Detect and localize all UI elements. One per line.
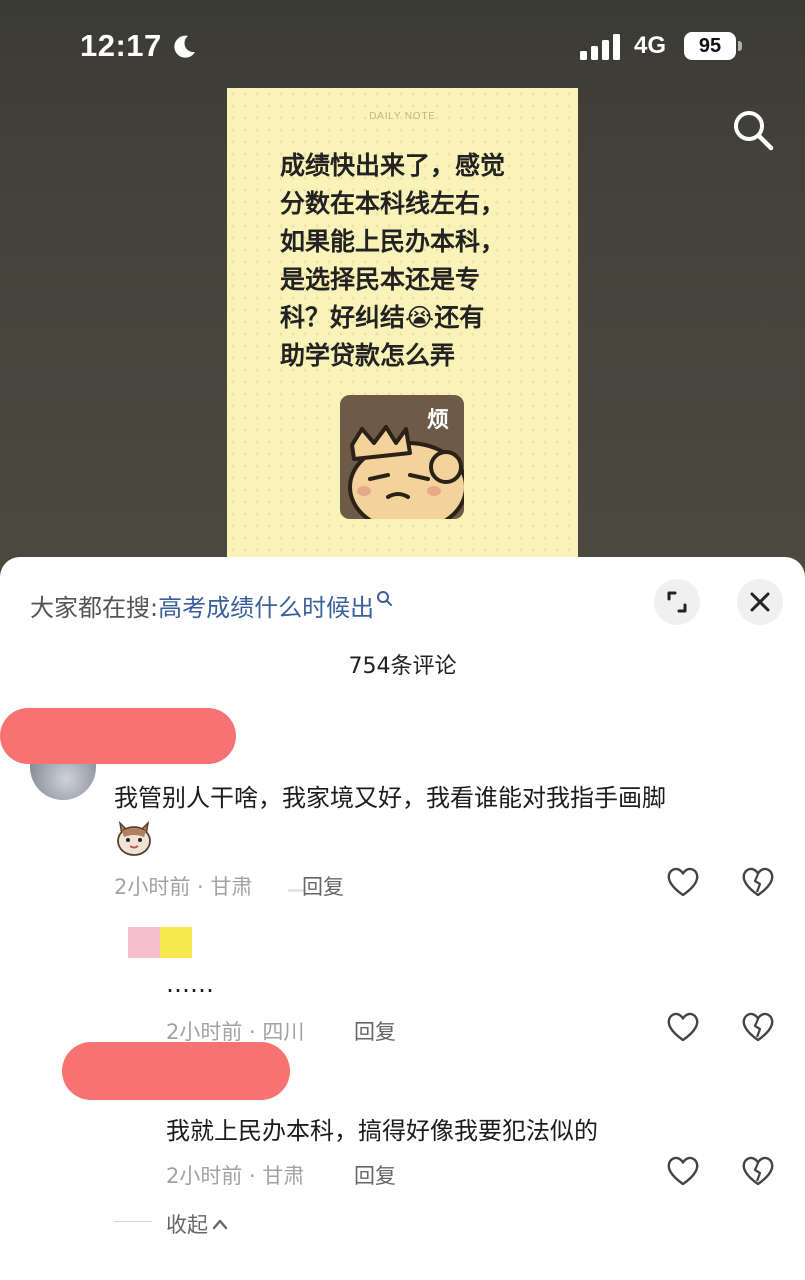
dislike-icon[interactable] [741,1155,775,1187]
reply-button[interactable]: 回复 [354,1160,396,1190]
note-line: 是选择民本还是专 [280,265,481,294]
comment-count: 754条评论 [348,654,457,679]
comment-meta: 2小时前 · 甘肃 [166,1164,305,1188]
note-line: 如果能上民办本科， [280,227,506,256]
heart-icon[interactable] [666,866,700,898]
comment-text: …… [166,970,214,998]
note-line: 成绩快出来了，感觉 [280,151,506,180]
network-type: 4G [634,32,667,59]
heart-icon[interactable] [666,1011,700,1043]
reply-button[interactable]: 回复 [302,871,344,901]
reply-button[interactable]: 回复 [354,1016,396,1046]
close-icon [750,592,770,612]
note-line: 助学贷款怎么弄 [280,341,456,370]
comment-text: 我就上民办本科，搞得好像我要犯法似的 [166,1117,598,1145]
hot-search-bar[interactable]: 大家都在搜:高考成绩什么时候出 [30,588,394,623]
heart-icon[interactable] [666,1155,700,1187]
moon-icon [174,35,195,58]
search-icon [377,591,393,606]
comment-text: 我管别人干啥，我家境又好，我看谁能对我指手画脚 [114,784,666,812]
battery-level: 95 [684,32,736,60]
note-header: DAILY NOTE [369,111,436,122]
close-button[interactable] [737,579,783,625]
redacted-username [0,708,236,764]
note-line: 分数在本科线左右， [280,189,506,218]
redacted-username [62,1042,290,1100]
collapse-button[interactable]: 收起 [166,1209,228,1239]
battery-indicator: 95 [684,32,742,60]
collapse-label: 收起 [166,1213,208,1237]
comment-meta: 2小时前 · 甘肃 [114,875,253,899]
status-bar: 12:17 4G 95 [0,0,805,96]
collapse-divider [114,1221,152,1222]
signal-icon [580,34,620,60]
expand-button[interactable] [654,579,700,625]
expand-icon [667,591,687,613]
dislike-icon[interactable] [741,1011,775,1043]
note-line: 科？好纠结😭还有 [280,303,485,332]
redacted-avatar-block [160,927,192,958]
status-time: 12:17 [80,28,162,63]
battery-tip [738,41,742,51]
search-icon[interactable] [731,108,775,152]
redacted-avatar-block [128,927,160,958]
dislike-icon[interactable] [741,866,775,898]
chevron-up-icon [212,1219,228,1230]
cat-emoji-icon [117,820,151,856]
sticker-label: 烦 [427,408,450,433]
hot-search-prefix: 大家都在搜: [30,594,159,622]
hot-search-query[interactable]: 高考成绩什么时候出 [158,594,374,622]
